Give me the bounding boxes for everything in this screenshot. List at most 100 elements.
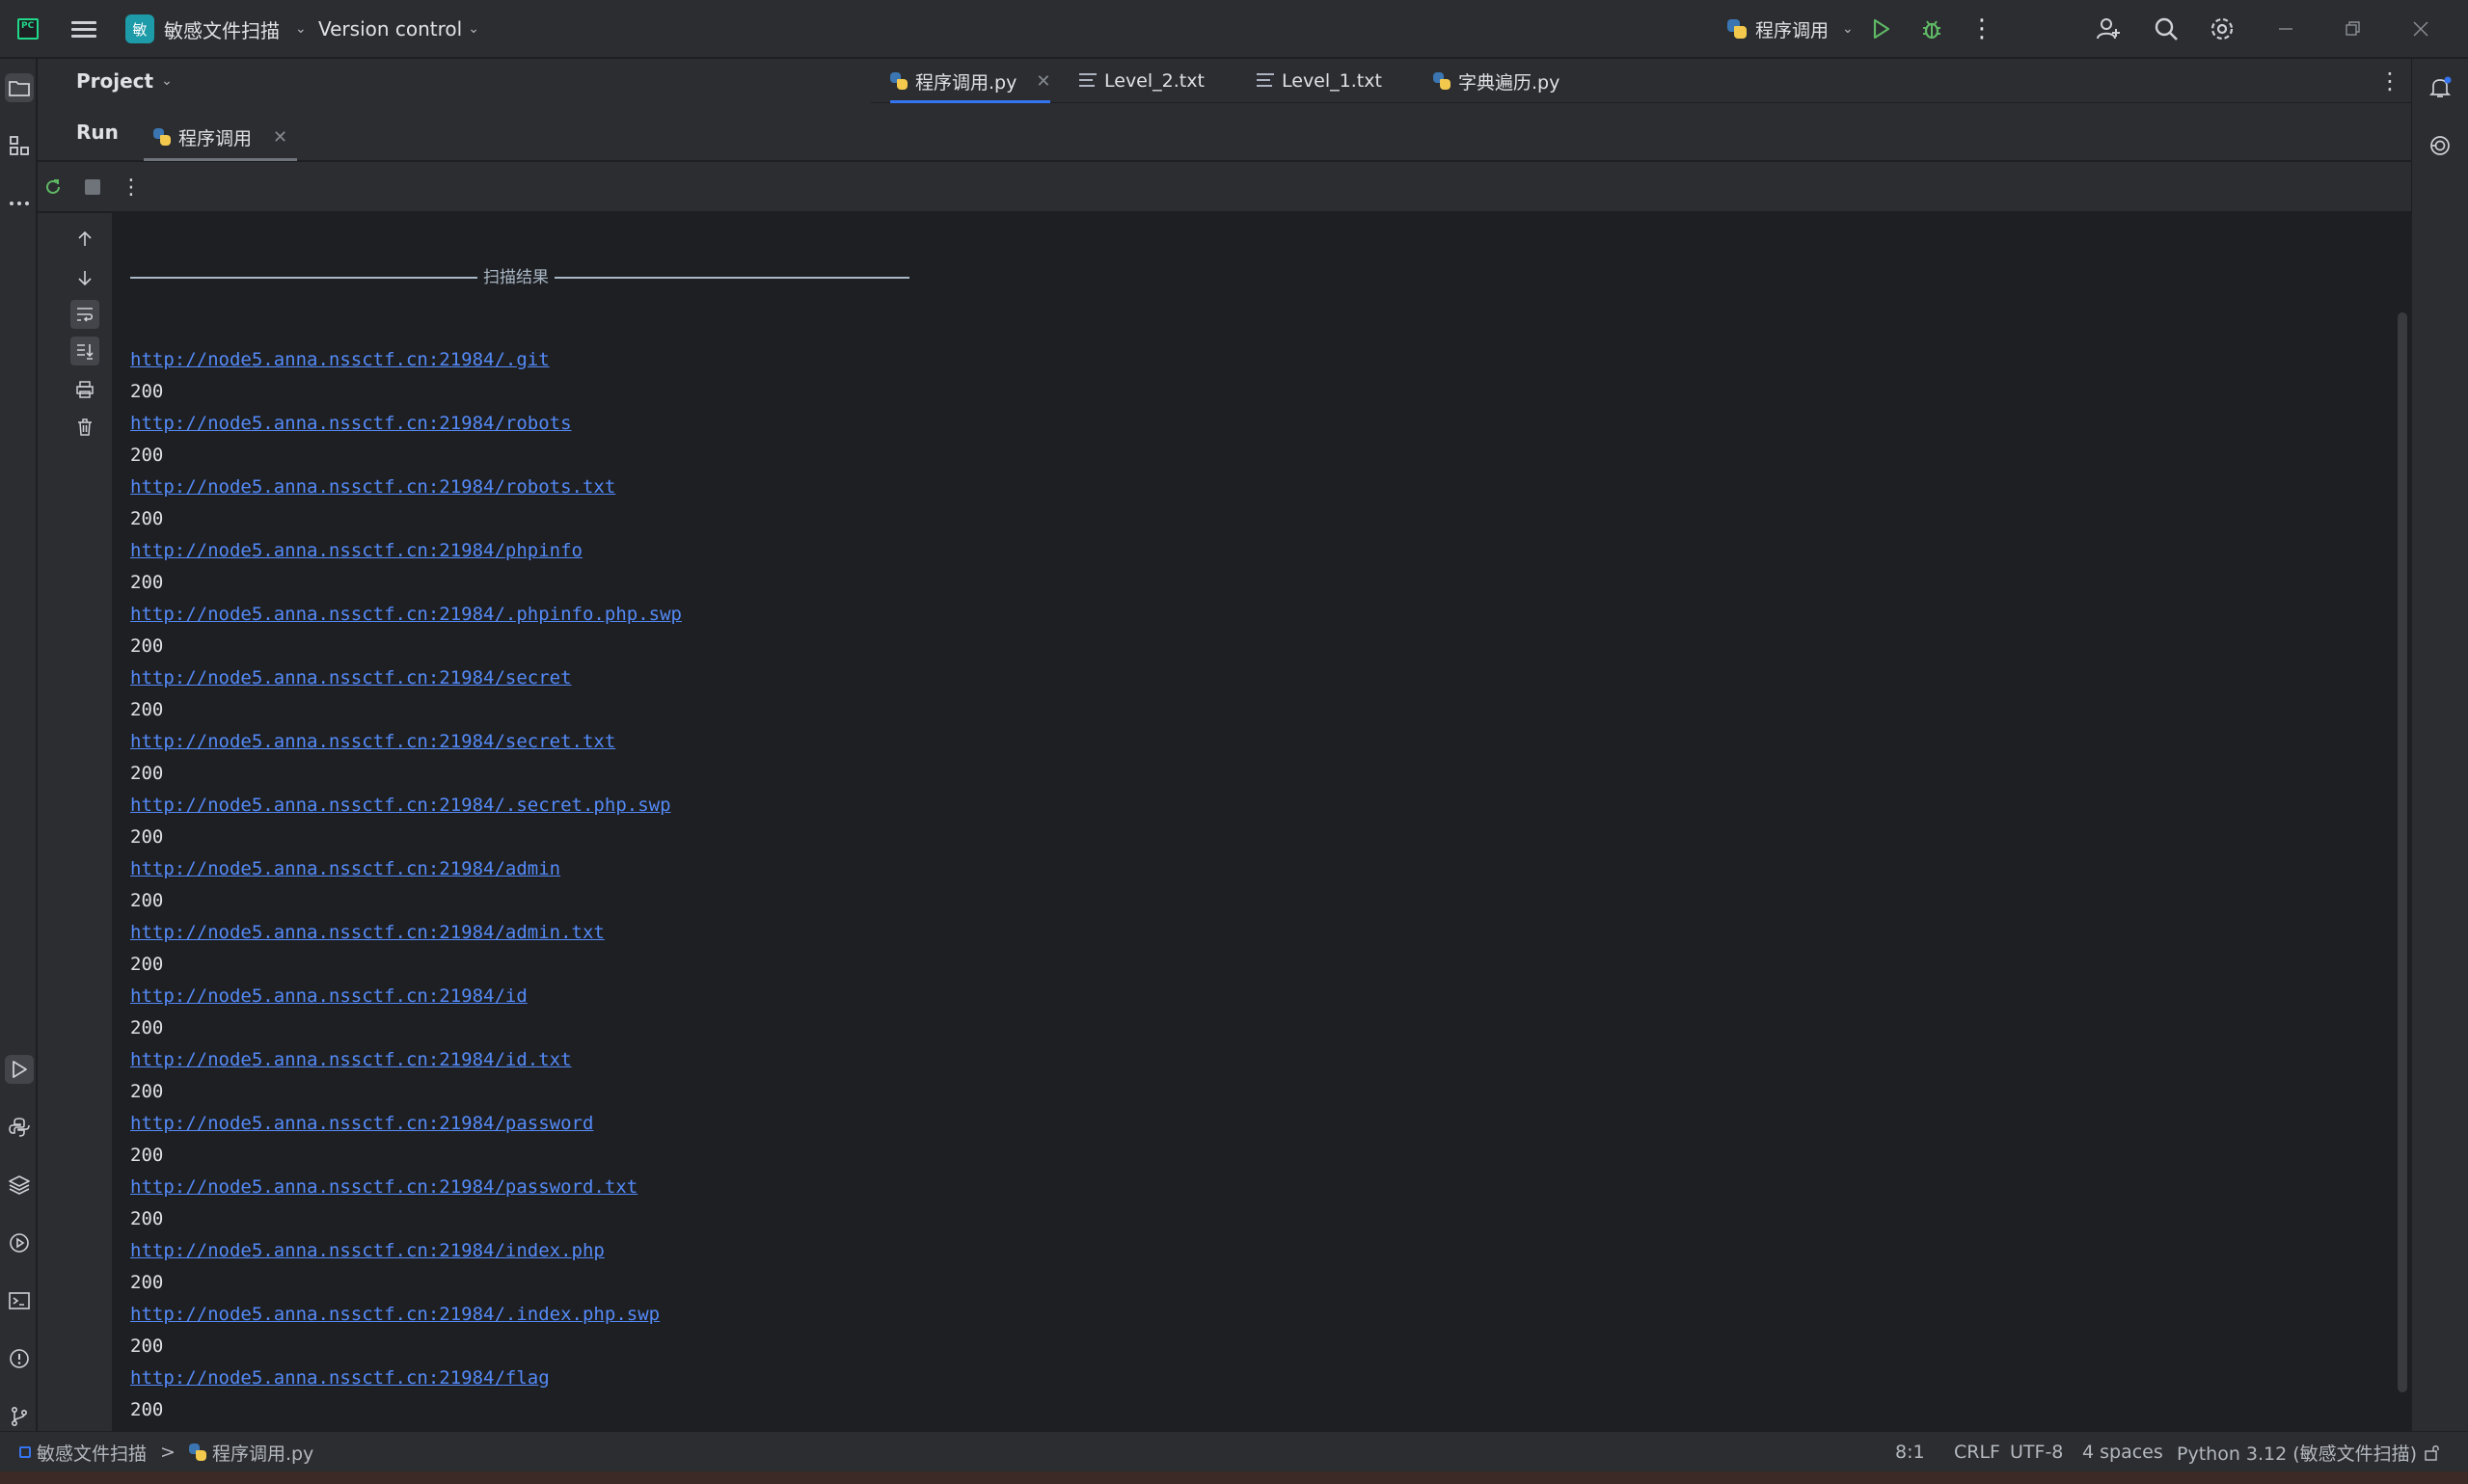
- close-tab-icon[interactable]: ✕: [1036, 71, 1050, 92]
- more-actions-icon[interactable]: ⋮: [1969, 0, 1994, 58]
- restore-icon[interactable]: [2344, 0, 2363, 58]
- console-url-line: http://node5.anna.nssctf.cn:21984/.phpin…: [130, 599, 682, 631]
- console-status-line: 200: [130, 572, 164, 593]
- tab-label: 字典遍历.py: [1458, 71, 1560, 94]
- python-file-icon: [188, 1444, 206, 1461]
- lock-icon[interactable]: [2423, 1432, 2442, 1472]
- console-url-link[interactable]: http://node5.anna.nssctf.cn:21984/robots…: [130, 476, 615, 498]
- left-tool-strip: [0, 59, 37, 1431]
- console-url-link[interactable]: http://node5.anna.nssctf.cn:21984/index.…: [130, 1240, 605, 1261]
- console-status-line: 200: [130, 635, 164, 657]
- console-url-link[interactable]: http://node5.anna.nssctf.cn:21984/.index…: [130, 1304, 660, 1325]
- run-config-label: 程序调用: [1755, 19, 1830, 41]
- stop-icon[interactable]: [78, 173, 107, 202]
- console-status-line: 200: [130, 699, 164, 720]
- console-status-line: 200: [130, 445, 164, 466]
- console-url-line: http://node5.anna.nssctf.cn:21984/passwo…: [130, 1172, 682, 1203]
- gear-icon[interactable]: [2209, 0, 2236, 58]
- add-user-icon[interactable]: [2095, 0, 2122, 58]
- run-tool-window-header: Run 程序调用 ✕: [38, 103, 2411, 161]
- search-icon[interactable]: [2153, 0, 2180, 58]
- run-tool-icon[interactable]: [5, 1055, 34, 1084]
- console-status-line: 200: [130, 1017, 164, 1039]
- services-icon[interactable]: [5, 1228, 34, 1257]
- tab-dict-py[interactable]: 字典遍历.py: [1433, 59, 1559, 103]
- python-file-icon: [1433, 72, 1451, 90]
- folder-icon[interactable]: [5, 73, 34, 102]
- console-output[interactable]: 扫描结果 http://node5.anna.nssctf.cn:21984/.…: [114, 213, 2411, 1431]
- structure-icon[interactable]: [5, 131, 34, 160]
- project-panel-header[interactable]: Project ⌄: [38, 59, 871, 103]
- notifications-icon[interactable]: [2426, 73, 2454, 102]
- console-url-link[interactable]: http://node5.anna.nssctf.cn:21984/passwo…: [130, 1176, 637, 1198]
- project-badge: 敏: [125, 14, 154, 43]
- run-button[interactable]: [1869, 0, 1892, 58]
- console-url-link[interactable]: http://node5.anna.nssctf.cn:21984/.secre…: [130, 795, 671, 816]
- module-icon: [19, 1446, 31, 1458]
- console-url-line: http://node5.anna.nssctf.cn:21984/id.txt: [130, 1044, 682, 1076]
- soft-wrap-icon[interactable]: [70, 300, 99, 329]
- console-status-line: 200: [130, 826, 164, 848]
- console-status-line: 200: [130, 1272, 164, 1293]
- console-url-link[interactable]: http://node5.anna.nssctf.cn:21984/id: [130, 985, 528, 1007]
- console-url-link[interactable]: http://node5.anna.nssctf.cn:21984/flag: [130, 1367, 550, 1389]
- breadcrumb-project[interactable]: 敏感文件扫描: [37, 1440, 147, 1466]
- console-status-line: 200: [130, 381, 164, 402]
- python-file-icon: [890, 72, 908, 90]
- app-logo: [17, 0, 39, 58]
- run-configuration-selector[interactable]: 程序调用 ⌄: [1726, 0, 1854, 58]
- trash-icon[interactable]: [70, 413, 99, 442]
- terminal-icon[interactable]: [5, 1286, 34, 1315]
- arrow-down-icon[interactable]: [70, 263, 99, 292]
- tab-main-py[interactable]: 程序调用.py ✕: [890, 59, 1051, 103]
- console-url-link[interactable]: http://node5.anna.nssctf.cn:21984/id.txt: [130, 1049, 572, 1070]
- line-separator[interactable]: CRLF: [1954, 1432, 2000, 1472]
- console-url-line: http://node5.anna.nssctf.cn:21984/flag: [130, 1363, 682, 1394]
- console-url-link[interactable]: http://node5.anna.nssctf.cn:21984/robots: [130, 413, 572, 434]
- layers-icon[interactable]: [5, 1171, 34, 1200]
- file-encoding[interactable]: UTF-8: [2010, 1432, 2063, 1472]
- console-url-link[interactable]: http://node5.anna.nssctf.cn:21984/secret…: [130, 731, 615, 752]
- project-name: 敏感文件扫描: [164, 18, 280, 42]
- arrow-up-icon[interactable]: [70, 225, 99, 254]
- console-url-link[interactable]: http://node5.anna.nssctf.cn:21984/secret: [130, 667, 572, 688]
- python-console-icon[interactable]: [5, 1113, 34, 1142]
- console-scrollbar[interactable]: [2398, 312, 2407, 1392]
- more-tools-icon[interactable]: [5, 189, 34, 218]
- console-url-link[interactable]: http://node5.anna.nssctf.cn:21984/passwo…: [130, 1113, 593, 1134]
- tab-label: 程序调用.py: [915, 71, 1017, 94]
- caret-position[interactable]: 8:1: [1895, 1432, 1925, 1472]
- run-tab-label: 程序调用: [178, 127, 253, 149]
- console-url-link[interactable]: http://node5.anna.nssctf.cn:21984/admin.…: [130, 922, 605, 943]
- breadcrumb-file[interactable]: 程序调用.py: [212, 1440, 313, 1466]
- close-tab-icon[interactable]: ✕: [273, 127, 287, 148]
- run-tab[interactable]: 程序调用 ✕: [144, 113, 298, 161]
- project-selector[interactable]: 敏 敏感文件扫描 ⌄: [125, 0, 307, 58]
- scroll-to-end-icon[interactable]: [70, 337, 99, 365]
- debug-button[interactable]: [1919, 0, 1944, 58]
- tabs-more-icon[interactable]: ⋮: [2378, 59, 2401, 103]
- rerun-icon[interactable]: [39, 173, 68, 202]
- git-branch-icon[interactable]: [5, 1402, 34, 1431]
- ai-assistant-icon[interactable]: [2426, 131, 2454, 160]
- main-menu-icon[interactable]: [71, 0, 96, 58]
- console-url-link[interactable]: http://node5.anna.nssctf.cn:21984/phpinf…: [130, 540, 583, 561]
- window-bottom-edge: [0, 1471, 2468, 1484]
- tab-level2[interactable]: Level_2.txt: [1079, 59, 1205, 103]
- right-tool-strip: [2411, 59, 2468, 1431]
- python-interpreter[interactable]: Python 3.12 (敏感文件扫描): [2177, 1432, 2417, 1472]
- print-icon[interactable]: [70, 375, 99, 404]
- minimize-icon[interactable]: [2276, 0, 2295, 58]
- console-url-link[interactable]: http://node5.anna.nssctf.cn:21984/admin: [130, 858, 560, 879]
- tab-level1[interactable]: Level_1.txt: [1257, 59, 1382, 103]
- console-url-line: http://node5.anna.nssctf.cn:21984/.secre…: [130, 790, 682, 822]
- indent-setting[interactable]: 4 spaces: [2082, 1432, 2163, 1472]
- text-file-icon: [1079, 73, 1097, 89]
- close-window-icon[interactable]: [2411, 0, 2430, 58]
- console-url-line: http://node5.anna.nssctf.cn:21984/.git: [130, 344, 682, 376]
- version-control-menu[interactable]: Version control ⌄: [318, 0, 479, 58]
- console-url-link[interactable]: http://node5.anna.nssctf.cn:21984/.phpin…: [130, 604, 682, 625]
- console-url-line: http://node5.anna.nssctf.cn:21984/id: [130, 981, 682, 1012]
- problems-icon[interactable]: [5, 1344, 34, 1373]
- more-options-icon[interactable]: ⋮: [117, 173, 146, 202]
